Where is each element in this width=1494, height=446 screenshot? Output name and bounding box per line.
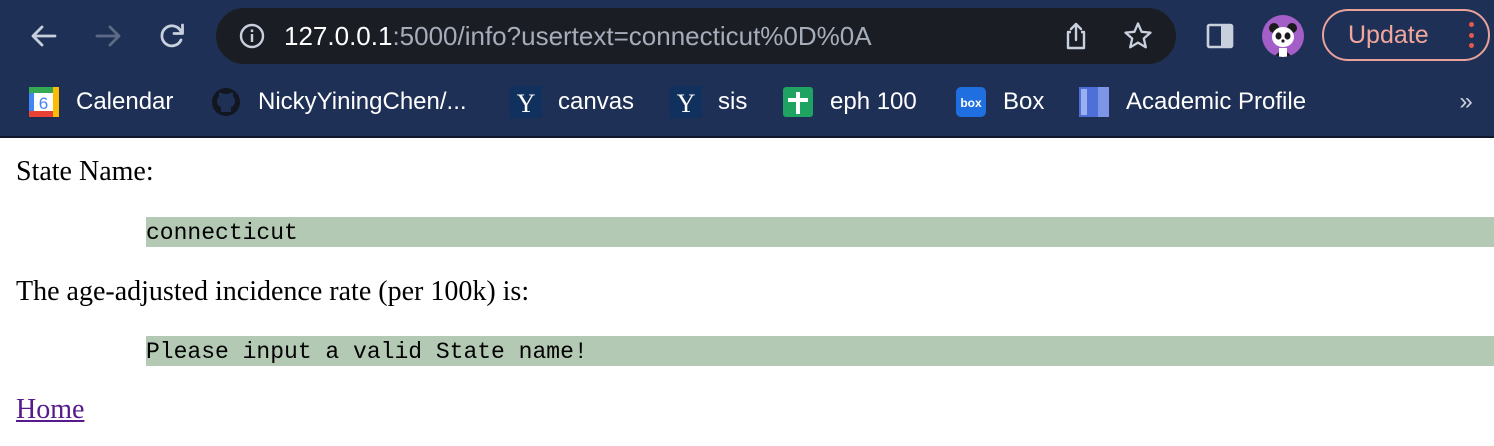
bookmark-label: Calendar (76, 88, 174, 115)
url-text[interactable]: 127.0.0.1:5000/info?usertext=connecticut… (284, 8, 872, 64)
state-name-label: State Name: (16, 156, 154, 187)
back-button[interactable] (22, 14, 66, 58)
github-icon (210, 86, 242, 118)
bookmark-github[interactable]: NickyYiningChen/... (210, 84, 467, 120)
svg-text:Y: Y (517, 89, 536, 118)
bookmark-calendar[interactable]: 6 Calendar (28, 84, 173, 120)
bookmark-star-button[interactable] (1122, 20, 1154, 52)
yale-icon: Y (510, 86, 542, 118)
bookmark-label: Academic Profile (1126, 88, 1307, 115)
page-content: State Name: connecticut The age-adjusted… (0, 138, 1494, 446)
bookmarks-overflow-button[interactable]: » (1452, 86, 1480, 118)
url-host: 127.0.0.1 (284, 21, 393, 51)
bookmark-canvas[interactable]: Y canvas (510, 84, 634, 120)
google-sheets-icon (782, 86, 814, 118)
site-info-icon[interactable] (238, 22, 266, 50)
svg-text:6: 6 (39, 94, 48, 113)
arrow-left-icon (31, 25, 57, 47)
box-icon: box (955, 86, 987, 118)
arrow-right-icon (95, 25, 121, 47)
bookmark-sis[interactable]: Y sis (670, 84, 747, 120)
bookmark-label: sis (718, 88, 748, 115)
update-button[interactable]: Update (1322, 9, 1490, 61)
google-calendar-icon: 6 (28, 86, 60, 118)
bookmark-label: NickyYiningChen/... (258, 88, 467, 115)
profile-avatar[interactable] (1262, 15, 1304, 57)
url-path: :5000/info?usertext=connecticut%0D%0A (392, 21, 872, 51)
svg-text:box: box (960, 96, 982, 110)
bookmark-academic-profile[interactable]: Academic Profile (1078, 84, 1306, 120)
reload-button[interactable] (150, 14, 194, 58)
incidence-rate-label: The age-adjusted incidence rate (per 100… (16, 276, 530, 307)
bookmark-label: canvas (558, 88, 635, 115)
share-button[interactable] (1060, 20, 1092, 52)
reload-icon (160, 23, 184, 48)
more-options-icon[interactable] (1466, 22, 1476, 48)
update-label: Update (1348, 21, 1429, 49)
panda-avatar-icon (1269, 23, 1297, 57)
home-link[interactable]: Home (16, 394, 84, 426)
bookmark-label: eph 100 (830, 88, 917, 115)
bookmark-box[interactable]: box Box (955, 84, 1044, 120)
bookmark-eph-100[interactable]: eph 100 (782, 84, 917, 120)
forward-button[interactable] (86, 14, 130, 58)
bookmark-label: Box (1003, 88, 1045, 115)
side-panel-icon (1206, 23, 1234, 49)
document-icon (1078, 86, 1110, 118)
browser-toolbar: 127.0.0.1:5000/info?usertext=connecticut… (0, 0, 1494, 72)
state-name-value: connecticut (146, 217, 1494, 247)
yale-icon: Y (670, 86, 702, 118)
bookmarks-bar: 6 Calendar NickyYiningChen/... Y canvas … (0, 72, 1494, 138)
star-icon (1124, 22, 1152, 49)
side-panel-button[interactable] (1200, 16, 1240, 56)
share-icon (1066, 22, 1086, 50)
incidence-rate-value: Please input a valid State name! (146, 336, 1494, 366)
address-bar[interactable]: 127.0.0.1:5000/info?usertext=connecticut… (216, 8, 1176, 64)
svg-text:Y: Y (677, 89, 696, 118)
